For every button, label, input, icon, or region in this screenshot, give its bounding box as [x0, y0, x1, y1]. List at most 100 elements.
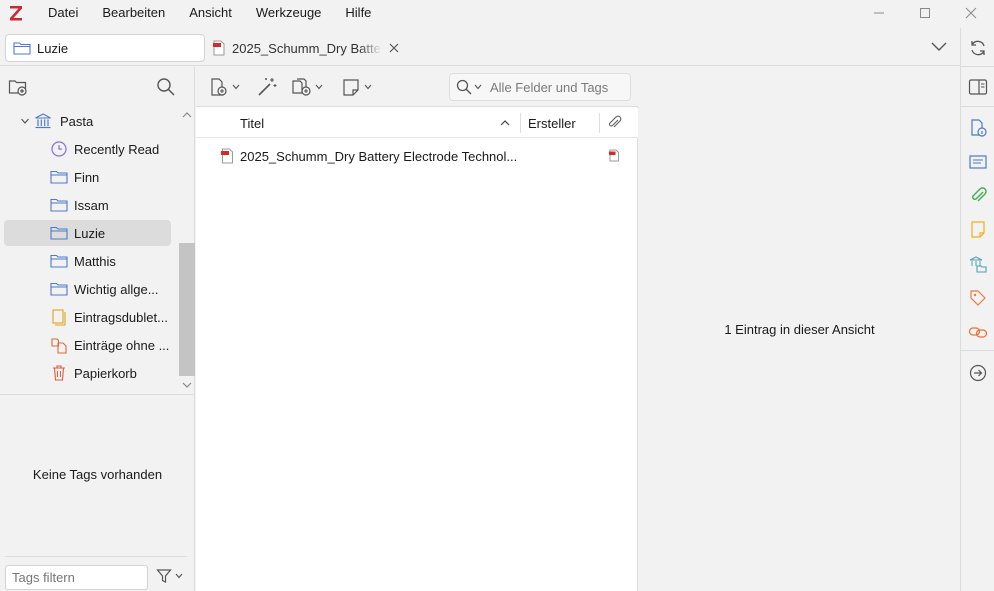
library-icon — [34, 112, 52, 130]
sync-button[interactable] — [968, 38, 988, 58]
trash-icon — [50, 364, 68, 382]
sync-icon — [971, 40, 985, 56]
magic-wand-icon — [258, 78, 277, 96]
collection-item-unfiled[interactable]: Einträge ohne ... — [4, 332, 171, 358]
notes-icon — [971, 221, 985, 238]
title-bar: Datei Bearbeiten Ansicht Werkzeuge Hilfe — [0, 0, 994, 28]
related-icon — [968, 327, 988, 338]
add-attachment-icon — [292, 78, 311, 96]
sidenav-locate[interactable] — [968, 363, 988, 383]
column-title[interactable]: Titel — [240, 116, 264, 131]
collection-scrollbar[interactable] — [179, 107, 195, 395]
tag-actions-button[interactable] — [156, 568, 183, 584]
pdf-icon — [213, 40, 225, 56]
attachments-icon — [972, 187, 987, 202]
tags-icon — [970, 290, 986, 306]
item-title: 2025_Schumm_Dry Battery Electrode Techno… — [240, 149, 518, 164]
minimize-icon — [874, 12, 884, 14]
column-creator[interactable]: Ersteller — [528, 116, 576, 131]
item-pane: 1 Eintrag in dieser Ansicht — [639, 67, 960, 591]
column-divider[interactable] — [599, 113, 600, 133]
search-input[interactable] — [490, 79, 610, 95]
collection-item-issam[interactable]: Issam — [4, 192, 171, 218]
sidenav-divider — [961, 66, 994, 67]
attachment-icon[interactable] — [606, 115, 622, 131]
menu-datei[interactable]: Datei — [36, 0, 90, 26]
chevron-down-icon — [175, 573, 183, 579]
close-tab-icon[interactable] — [388, 42, 400, 54]
chevron-down-icon — [364, 84, 372, 90]
close-window-button[interactable] — [948, 0, 994, 26]
new-note-button[interactable] — [341, 76, 372, 98]
tab-reader-label: 2025_Schumm_Dry Battery Electrode Techno… — [232, 40, 382, 56]
column-divider[interactable] — [520, 113, 521, 133]
new-note-icon — [343, 79, 359, 96]
menu-ansicht[interactable]: Ansicht — [177, 0, 244, 26]
filter-icon — [156, 569, 172, 583]
sidenav-info[interactable] — [968, 118, 988, 138]
column-header: Titel Ersteller — [196, 108, 638, 138]
sidenav-notes[interactable] — [968, 220, 988, 240]
tab-bar: Luzie 2025_Schumm_Dry Battery Electrode … — [0, 28, 960, 66]
chevron-down-icon[interactable] — [20, 116, 30, 126]
toggle-item-pane-button[interactable] — [968, 77, 988, 97]
collection-tree: Pasta Recently Read Finn Issam Luzie Mat… — [0, 107, 195, 395]
window-controls — [856, 0, 994, 26]
chevron-down-icon — [232, 84, 240, 90]
library-label: Pasta — [60, 113, 94, 129]
sidenav-tags[interactable] — [968, 288, 988, 308]
collection-item-duplicates[interactable]: Eintragsdublet... — [4, 304, 171, 330]
folder-icon — [50, 196, 68, 214]
add-attachment-button[interactable] — [291, 76, 323, 98]
pdf-icon[interactable] — [608, 149, 620, 162]
collection-label: Finn — [74, 169, 100, 185]
sidenav-libraries-collections[interactable] — [968, 254, 988, 274]
scroll-down-icon[interactable] — [182, 381, 192, 389]
tab-library-label: Luzie — [37, 40, 69, 56]
collection-item-finn[interactable]: Finn — [4, 164, 171, 190]
sidenav-related[interactable] — [968, 322, 988, 342]
search-icon[interactable] — [156, 77, 176, 97]
tab-reader[interactable]: 2025_Schumm_Dry Battery Electrode Techno… — [212, 36, 404, 60]
menu-hilfe[interactable]: Hilfe — [333, 0, 383, 26]
scroll-up-icon[interactable] — [182, 111, 192, 119]
minimize-button[interactable] — [856, 0, 902, 26]
info-icon — [971, 119, 987, 137]
sidenav-abstract[interactable] — [968, 152, 988, 172]
item-search-box[interactable] — [449, 73, 631, 101]
collection-item-luzie[interactable]: Luzie — [4, 220, 171, 246]
new-item-button[interactable] — [209, 76, 240, 98]
item-pane-sidenav — [960, 28, 994, 591]
collection-label: Einträge ohne ... — [74, 337, 170, 353]
folder-icon — [13, 42, 31, 55]
folder-icon — [50, 280, 68, 298]
new-item-icon — [211, 78, 227, 96]
sidenav-attachments[interactable] — [968, 186, 988, 206]
libraries-collections-icon — [969, 256, 987, 273]
folder-icon — [50, 224, 68, 242]
maximize-button[interactable] — [902, 0, 948, 26]
sort-ascending-icon — [500, 120, 510, 126]
collection-item-wichtig[interactable]: Wichtig allge... — [4, 276, 171, 302]
collection-label: Wichtig allge... — [74, 281, 159, 297]
library-row-pasta[interactable]: Pasta — [4, 108, 171, 134]
collection-item-trash[interactable]: Papierkorb — [4, 360, 171, 386]
chevron-down-icon[interactable] — [474, 84, 482, 90]
new-collection-icon[interactable] — [8, 77, 28, 97]
scrollbar-thumb[interactable] — [179, 243, 195, 376]
collection-label: Eintragsdublet... — [74, 309, 168, 325]
tab-library[interactable]: Luzie — [5, 34, 205, 62]
collection-item-matthis[interactable]: Matthis — [4, 248, 171, 274]
collection-item-recently-read[interactable]: Recently Read — [4, 136, 171, 162]
tag-filter-input[interactable] — [5, 565, 148, 590]
chevron-down-icon — [315, 84, 323, 90]
table-row[interactable]: 2025_Schumm_Dry Battery Electrode Techno… — [196, 142, 638, 170]
collections-toolbar — [0, 67, 195, 107]
menu-werkzeuge[interactable]: Werkzeuge — [244, 0, 334, 26]
chevron-down-icon[interactable] — [930, 40, 948, 52]
collections-pane: Pasta Recently Read Finn Issam Luzie Mat… — [0, 67, 195, 591]
menu-bar: Datei Bearbeiten Ansicht Werkzeuge Hilfe — [36, 0, 383, 26]
item-count-message: 1 Eintrag in dieser Ansicht — [724, 322, 875, 337]
add-by-identifier-button[interactable] — [256, 76, 278, 98]
menu-bearbeiten[interactable]: Bearbeiten — [90, 0, 177, 26]
